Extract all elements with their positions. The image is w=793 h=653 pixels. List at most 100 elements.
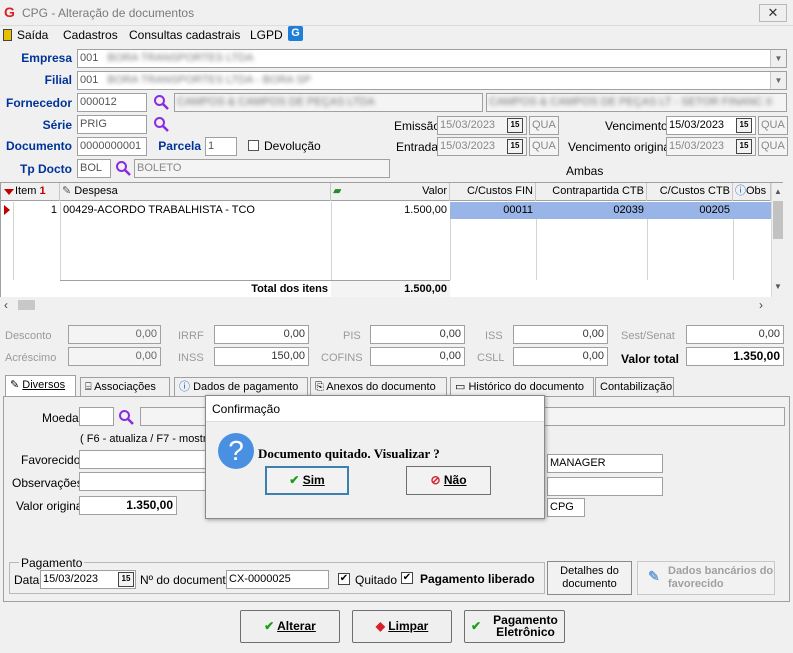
scroll-down-icon[interactable]: ▼ [774, 282, 782, 291]
edit-icon: ✎ [10, 379, 20, 391]
iss-field[interactable]: 0,00 [513, 325, 608, 344]
col-valor[interactable]: ▰ Valor [331, 183, 450, 201]
row-pointer-icon [4, 205, 10, 215]
moeda-label: Moeda [42, 411, 79, 425]
vencimento-calendar-icon[interactable]: 15 [736, 118, 752, 133]
tab-historico[interactable]: ▭ Histórico do documento [450, 377, 594, 396]
empresa-label: Empresa [21, 51, 72, 65]
cell-contrapartida: 02039 [536, 202, 647, 219]
acrescimo-field: 0,00 [68, 347, 161, 366]
quitado-checkbox[interactable]: ✔ [338, 573, 350, 585]
entrada-calendar-icon[interactable]: 15 [507, 139, 523, 154]
cell-ccfin: 00011 [450, 202, 536, 219]
csll-field[interactable]: 0,00 [513, 347, 608, 366]
filial-dropdown-icon[interactable]: ▼ [770, 72, 786, 89]
dados-bancarios-button[interactable]: ✎ Dados bancários do favorecido [637, 561, 775, 595]
serie-label: Série [42, 118, 72, 132]
limpar-button[interactable]: ◆ Limpar [352, 610, 452, 643]
cofins-field[interactable]: 0,00 [370, 347, 465, 366]
empresa-field[interactable]: 001 BORA TRANSPORTES LTDA ▼ [77, 49, 787, 68]
menu-item-saida[interactable]: Saída [17, 28, 48, 42]
tab-associacoes[interactable]: ⌸ Associações [80, 377, 170, 396]
total-value: 1.500,00 [331, 281, 450, 298]
help-logo-icon[interactable]: G [288, 26, 303, 41]
valor-original-field: 1.350,00 [79, 496, 177, 515]
fornecedor-name-field: CAMPOS & CAMPOS DE PEÇAS LTDA [174, 93, 483, 112]
grid-vscrollbar[interactable]: ▲ ▼ [771, 183, 783, 297]
acrescimo-label: Acréscimo [5, 352, 57, 364]
app-logo-icon: G [4, 4, 15, 20]
alterar-button[interactable]: ✔ Alterar [240, 610, 340, 643]
tab-dados-pagamento[interactable]: ⓘ Dados de pagamento [174, 377, 308, 396]
tpdocto-code-field[interactable]: BOL [77, 159, 111, 178]
vencimento-day-field: QUA [758, 116, 788, 135]
parcela-field[interactable]: 1 [205, 137, 237, 156]
col-contrapartida[interactable]: Contrapartida CTB [536, 183, 647, 201]
nao-button[interactable]: ⊘ Não [406, 466, 491, 495]
inss-field[interactable]: 150,00 [214, 347, 309, 366]
moeda-search-icon[interactable] [118, 409, 134, 425]
vencimento-original-label: Vencimento original [568, 140, 673, 154]
col-item[interactable]: Item 1 [13, 183, 60, 201]
moeda-field[interactable] [79, 407, 114, 426]
check-icon: ✔ [471, 619, 482, 633]
sest-field[interactable]: 0,00 [686, 325, 784, 344]
serie-field[interactable]: PRIG [77, 115, 147, 134]
scroll-up-icon[interactable]: ▲ [774, 187, 782, 196]
serie-search-icon[interactable] [153, 116, 169, 132]
tpdocto-search-icon[interactable] [115, 160, 131, 176]
fornecedor-code-field[interactable]: 000012 [77, 93, 147, 112]
menu-item-cadastros[interactable]: Cadastros [63, 28, 118, 42]
tab-diversos[interactable]: ✎ Diversos [5, 375, 76, 397]
pis-field[interactable]: 0,00 [370, 325, 465, 344]
fornecedor-search-icon[interactable] [153, 94, 169, 110]
scroll-right-icon[interactable]: › [759, 298, 763, 312]
question-icon: ? [218, 433, 254, 469]
col-obs[interactable]: ⓘObs [733, 183, 771, 201]
filial-field[interactable]: 001 BORA TRANSPORTES LTDA - BORA SP ▼ [77, 71, 787, 90]
fornecedor-name2-field: CAMPOS & CAMPOS DE PEÇAS LT - SETOR FINA… [486, 93, 787, 112]
col-ccctb[interactable]: C/Custos CTB [647, 183, 733, 201]
table-row[interactable]: 1 00429-ACORDO TRABALHISTA - TCO 1.500,0… [1, 202, 771, 219]
moeda-hint: ( F6 - atualiza / F7 - mostra [80, 433, 213, 445]
col-despesa[interactable]: ✎ Despesa [60, 183, 331, 201]
col-ccfin[interactable]: C/Custos FIN [450, 183, 536, 201]
csll-label: CSLL [477, 352, 505, 364]
eraser-icon: ◆ [375, 619, 385, 633]
pagamento-calendar-icon[interactable]: 15 [118, 572, 134, 587]
desconto-field: 0,00 [68, 325, 161, 344]
vencimento-original-calendar-icon[interactable]: 15 [736, 139, 752, 154]
emissao-calendar-icon[interactable]: 15 [507, 118, 523, 133]
grid-hscrollbar[interactable]: ‹ › [0, 297, 783, 312]
hscroll-thumb[interactable] [18, 300, 35, 310]
pagamento-eletronico-button[interactable]: ✔ Pagamento Eletrônico [464, 610, 565, 643]
window-title: CPG - Alteração de documentos [22, 6, 195, 20]
scroll-left-icon[interactable]: ‹ [4, 298, 8, 312]
documento-field[interactable]: 0000000001 [77, 137, 147, 156]
valor-total-label: Valor total [621, 352, 680, 366]
ndoc-field[interactable]: CX-0000025 [226, 570, 329, 589]
close-button[interactable]: ✕ [759, 4, 787, 22]
observacoes-field[interactable] [79, 472, 209, 491]
tab-contabilizacao[interactable]: Contabilização [595, 377, 674, 396]
empresa-name: BORA TRANSPORTES LTDA [107, 52, 254, 64]
scroll-thumb[interactable] [773, 201, 783, 239]
devolucao-checkbox[interactable] [248, 140, 259, 151]
menu-item-lgpd[interactable]: LGPD [250, 28, 283, 42]
favorecido-field[interactable] [79, 450, 209, 469]
empresa-dropdown-icon[interactable]: ▼ [770, 50, 786, 67]
entrada-day-field: QUA [529, 137, 559, 156]
items-grid[interactable]: Item 1 ✎ Despesa ▰ Valor C/Custos FIN Con… [0, 182, 783, 298]
detalhes-button[interactable]: Detalhes do documento [547, 561, 632, 595]
irrf-field[interactable]: 0,00 [214, 325, 309, 344]
extra-field[interactable] [547, 477, 663, 496]
sim-button[interactable]: ✔ Sim [265, 466, 349, 495]
associations-icon: ⌸ [85, 381, 92, 393]
liberado-checkbox[interactable]: ✔ [401, 572, 413, 584]
filial-label: Filial [44, 73, 72, 87]
check-icon: ✔ [264, 619, 275, 633]
tab-anexos[interactable]: ⎘ Anexos do documento [310, 377, 447, 396]
cell-valor: 1.500,00 [404, 204, 447, 216]
menu-item-consultas[interactable]: Consultas cadastrais [129, 28, 240, 42]
parcela-label: Parcela [158, 139, 201, 153]
